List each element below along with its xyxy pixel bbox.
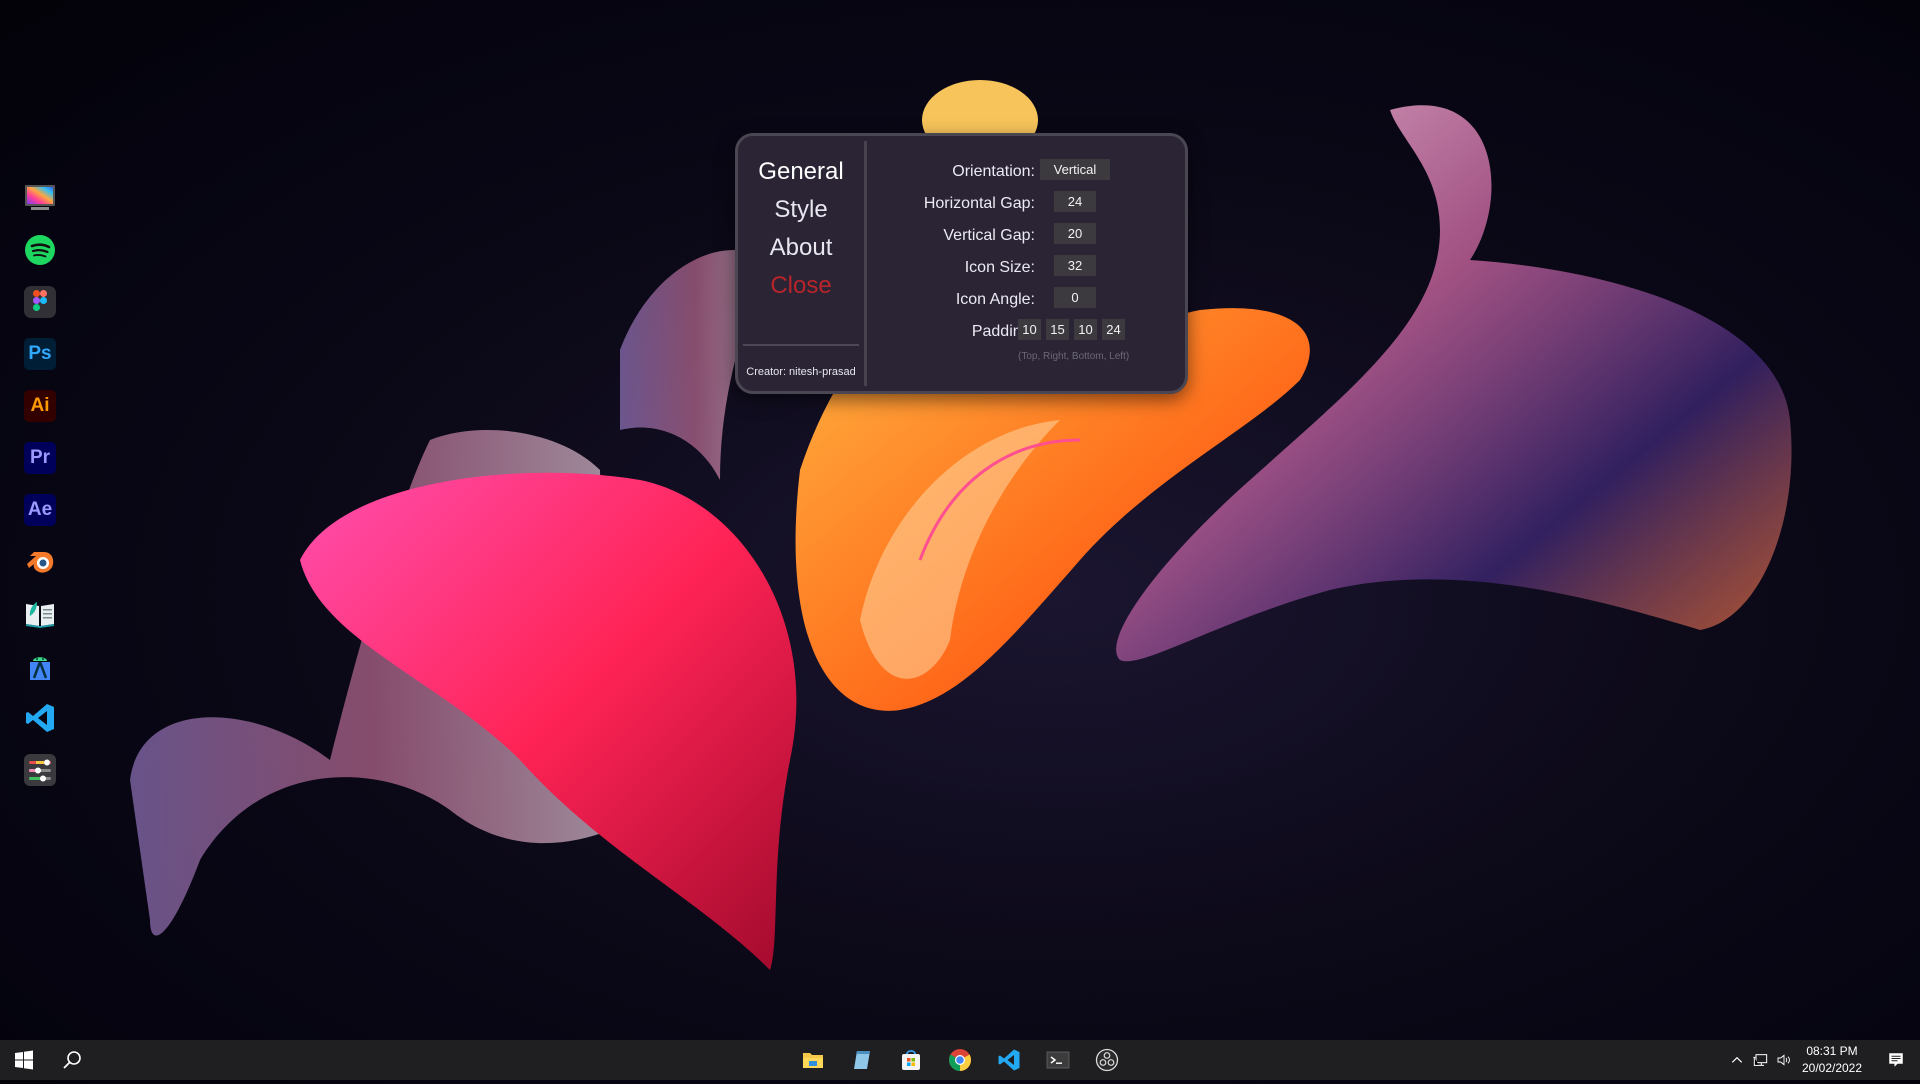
vertical-gap-label: Vertical Gap: (943, 227, 1035, 244)
dock-item-android-studio[interactable] (22, 648, 58, 684)
vscode-icon (998, 1049, 1020, 1071)
taskbar-terminal[interactable] (1034, 1040, 1082, 1080)
vscode-icon (26, 704, 54, 732)
nav-divider (743, 344, 859, 346)
general-settings-panel: Orientation: Vertical Horizontal Gap: 24… (867, 136, 1185, 391)
app-dock: Ps Ai Pr Ae (22, 180, 58, 804)
icon-size-label: Icon Size: (964, 259, 1035, 276)
horizontal-gap-input[interactable]: 24 (1054, 191, 1096, 212)
creator-credit: Creator: nitesh-prasad (746, 366, 856, 378)
nav-style[interactable]: Style (738, 191, 864, 229)
dock-item-illustrator[interactable]: Ai (22, 388, 58, 424)
figma-icon (24, 286, 56, 318)
padding-right-input[interactable]: 15 (1046, 319, 1069, 340)
dock-settings-dialog: General Style About Close Creator: nites… (735, 133, 1188, 394)
icon-size-row: Icon Size: 32 (867, 255, 1167, 281)
dock-item-photoshop[interactable]: Ps (22, 336, 58, 372)
horizontal-gap-label: Horizontal Gap: (923, 195, 1035, 212)
taskbar-microsoft-store[interactable] (887, 1040, 935, 1080)
orientation-row: Orientation: Vertical (867, 159, 1167, 185)
network-icon (1753, 1054, 1768, 1066)
taskbar: 08:31 PM 20/02/2022 (0, 1040, 1920, 1080)
nav-about[interactable]: About (738, 229, 864, 267)
file-explorer-icon (803, 1053, 823, 1068)
icon-angle-label: Icon Angle: (955, 291, 1035, 308)
notepad-icon (854, 1051, 870, 1069)
open-book-icon (26, 602, 54, 628)
sliders-icon (24, 754, 56, 786)
dock-item-spotify[interactable] (22, 232, 58, 268)
dock-item-vscode[interactable] (22, 700, 58, 736)
dock-item-premiere-pro[interactable]: Pr (22, 440, 58, 476)
padding-hint: (Top, Right, Bottom, Left) (1018, 351, 1130, 362)
terminal-icon (1046, 1051, 1070, 1069)
photoshop-icon: Ps (24, 338, 56, 370)
monitor-rainbow-icon (25, 185, 55, 210)
icon-angle-row: Icon Angle: 0 (867, 287, 1167, 313)
vertical-gap-row: Vertical Gap: 20 (867, 223, 1167, 249)
icon-size-input[interactable]: 32 (1054, 255, 1096, 276)
dock-item-after-effects[interactable]: Ae (22, 492, 58, 528)
start-button[interactable] (0, 1040, 48, 1080)
settings-nav: General Style About Close Creator: nites… (738, 141, 867, 386)
android-studio-icon (30, 657, 50, 680)
dock-item-blender[interactable] (22, 544, 58, 580)
dock-item-figma[interactable] (22, 284, 58, 320)
dock-item-settings[interactable] (22, 752, 58, 788)
padding-row: Padding: 10 15 10 24 (867, 319, 1167, 345)
padding-top-input[interactable]: 10 (1018, 319, 1041, 340)
notification-icon (1889, 1053, 1903, 1067)
taskbar-vscode[interactable] (985, 1040, 1033, 1080)
clock-date: 20/02/2022 (1801, 1061, 1863, 1075)
nav-close[interactable]: Close (738, 267, 864, 305)
taskbar-chrome[interactable] (936, 1040, 984, 1080)
illustrator-icon: Ai (24, 390, 56, 422)
search-button[interactable] (48, 1040, 96, 1080)
microsoft-store-icon (902, 1050, 920, 1070)
dock-item-display-app[interactable] (22, 180, 58, 216)
after-effects-icon: Ae (24, 494, 56, 526)
search-icon (63, 1051, 81, 1069)
clock[interactable]: 08:31 PM 20/02/2022 (1796, 1044, 1868, 1075)
taskbar-notepad[interactable] (838, 1040, 886, 1080)
windows-logo-icon (15, 1050, 33, 1070)
blender-icon (27, 552, 54, 573)
dock-item-ebook-reader[interactable] (22, 596, 58, 632)
orientation-select[interactable]: Vertical (1040, 159, 1110, 180)
chevron-up-icon (1731, 1056, 1743, 1063)
vertical-gap-input[interactable]: 20 (1054, 223, 1096, 244)
chrome-icon (949, 1049, 971, 1071)
icon-angle-input[interactable]: 0 (1054, 287, 1096, 308)
orientation-label: Orientation: (952, 163, 1035, 180)
volume-button[interactable] (1772, 1040, 1796, 1080)
nav-general[interactable]: General (738, 153, 864, 191)
action-center-button[interactable] (1872, 1040, 1920, 1080)
padding-bottom-input[interactable]: 10 (1074, 319, 1097, 340)
clock-time: 08:31 PM (1806, 1044, 1858, 1058)
horizontal-gap-row: Horizontal Gap: 24 (867, 191, 1167, 217)
premiere-pro-icon: Pr (24, 442, 56, 474)
spotify-icon (25, 235, 55, 265)
network-button[interactable] (1748, 1040, 1772, 1080)
taskbar-file-explorer[interactable] (789, 1040, 837, 1080)
padding-left-input[interactable]: 24 (1102, 319, 1125, 340)
tray-overflow-button[interactable] (1726, 1040, 1748, 1080)
obs-studio-icon (1095, 1048, 1119, 1072)
volume-icon (1777, 1054, 1790, 1066)
taskbar-obs-studio[interactable] (1083, 1040, 1131, 1080)
